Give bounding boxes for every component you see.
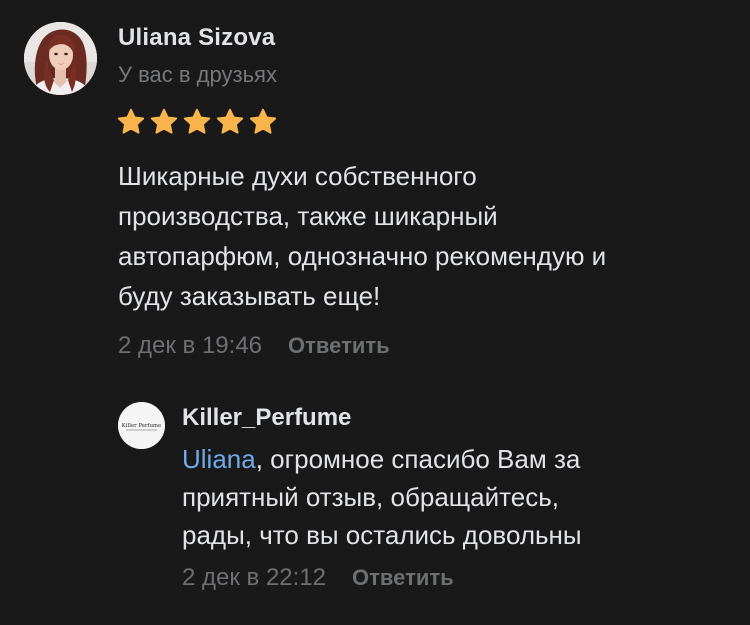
user-avatar[interactable]: [24, 22, 97, 95]
reply-date[interactable]: 2 дек в 22:12: [182, 564, 326, 592]
reply-text-line: Uliana, огромное спасибо Вам за: [182, 440, 722, 478]
review-text-line: автопарфюм, однозначно рекомендую и: [118, 241, 607, 271]
star-icon: [150, 108, 178, 134]
shop-logo-text: Killer Perfume: [122, 423, 162, 429]
review-date[interactable]: 2 дек в 19:46: [118, 332, 262, 360]
reply-author-name[interactable]: Killer_Perfume: [182, 404, 351, 432]
star-icon: [216, 108, 244, 134]
rating-stars: [116, 107, 278, 137]
review-text: Шикарные духи собственного производства,…: [118, 156, 718, 316]
star-icon: [183, 108, 211, 134]
reply-meta: 2 дек в 22:12 Ответить: [182, 564, 454, 592]
star-icon: [117, 108, 145, 134]
reply-text-line: рады, что вы остались довольны: [182, 520, 582, 550]
review-text-line: буду заказывать еще!: [118, 281, 381, 311]
friend-status: У вас в друзьях: [118, 62, 277, 87]
mention-link[interactable]: Uliana: [182, 444, 256, 474]
reply-button[interactable]: Ответить: [352, 565, 454, 591]
star-icon: [249, 108, 277, 134]
reply-text: Uliana, огромное спасибо Вам за приятный…: [182, 440, 722, 554]
review-meta: 2 дек в 19:46 Ответить: [118, 332, 390, 360]
comment-thread: Uliana Sizova У вас в друзьях Шикарные д…: [0, 0, 750, 625]
reply-text-line: приятный отзыв, обращайтесь,: [182, 482, 559, 512]
review-text-line: Шикарные духи собственного: [118, 161, 477, 191]
shop-avatar[interactable]: Killer Perfume: [118, 402, 165, 449]
reply-text-fragment: , огромное спасибо Вам за: [255, 444, 581, 474]
reply-button[interactable]: Ответить: [288, 333, 390, 359]
review-text-line: производства, также шикарный: [118, 201, 498, 231]
review-author-name[interactable]: Uliana Sizova: [118, 24, 275, 52]
